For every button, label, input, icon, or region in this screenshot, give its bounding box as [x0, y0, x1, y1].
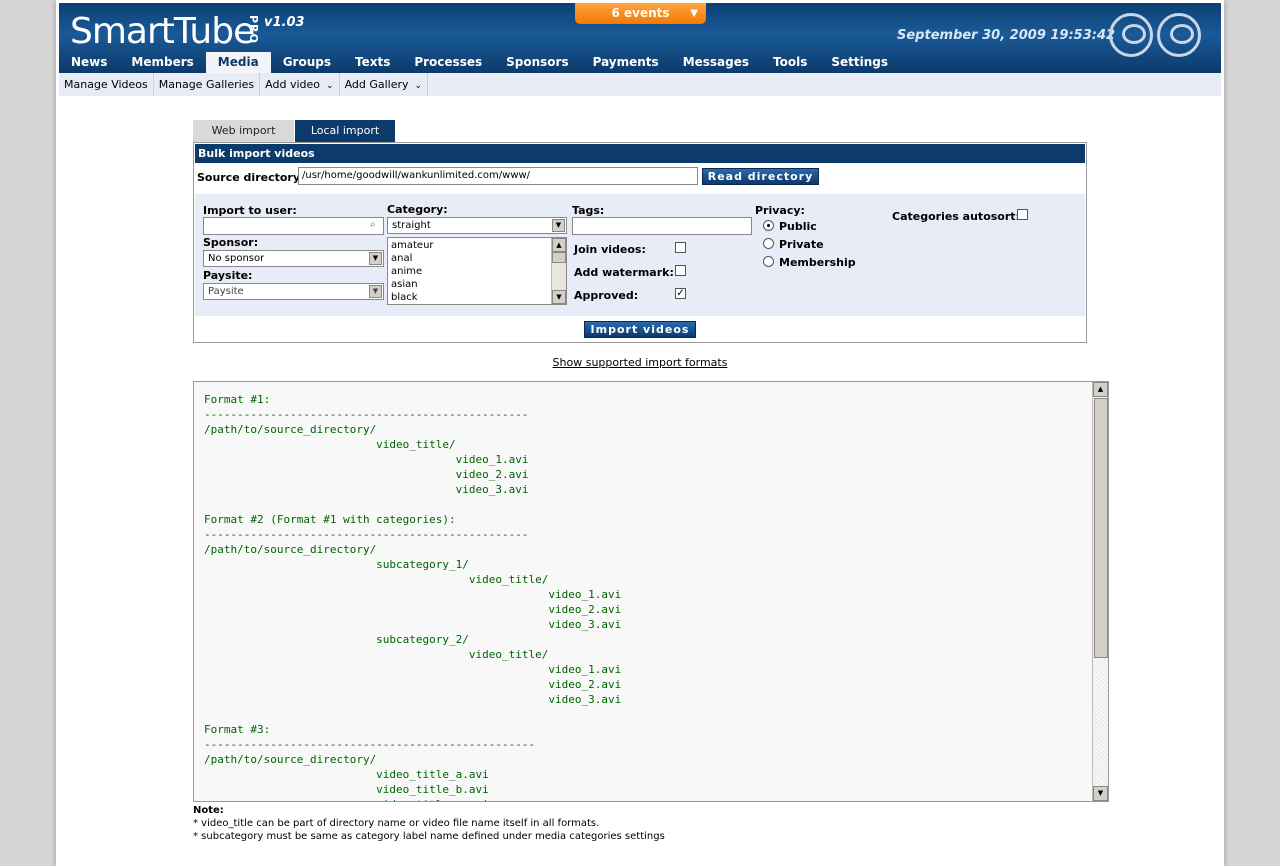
scroll-down-icon[interactable]: ▼ — [552, 290, 566, 304]
subnav-label: Add Gallery — [344, 78, 409, 91]
import-tabs: Web import Local import — [193, 120, 395, 142]
category-option[interactable]: amateur — [388, 239, 566, 252]
header: SmartTube PRO v1.03 6 events ▼ September… — [59, 3, 1221, 73]
events-label: 6 events — [611, 6, 670, 20]
page: SmartTube PRO v1.03 6 events ▼ September… — [56, 0, 1224, 866]
source-directory-input[interactable]: /usr/home/goodwill/wankunlimited.com/www… — [298, 167, 698, 185]
privacy-private-radio[interactable] — [763, 238, 774, 249]
tab-local-import[interactable]: Local import — [295, 120, 395, 142]
paysite-select[interactable]: Paysite ▼ — [203, 283, 384, 300]
subnav-item-add-video[interactable]: Add video ⌄ — [260, 73, 340, 96]
import-user-label: Import to user: — [203, 204, 297, 217]
nav-item-processes[interactable]: Processes — [402, 52, 494, 73]
import-user-input[interactable] — [203, 217, 384, 235]
subnav-item-add-gallery[interactable]: Add Gallery ⌄ — [340, 73, 429, 96]
panel-title: Bulk import videos — [195, 144, 1085, 163]
category-listbox[interactable]: amateur anal anime asian black ▲ ▼ — [387, 237, 567, 305]
nav-item-media[interactable]: Media — [205, 52, 271, 73]
category-select[interactable]: straight ▼ — [387, 217, 567, 234]
read-directory-button[interactable]: Read directory — [702, 168, 819, 185]
category-option[interactable]: black — [388, 291, 566, 304]
nav-item-tools[interactable]: Tools — [761, 52, 819, 73]
join-videos-label: Join videos: — [574, 243, 646, 256]
subnav-label: Manage Galleries — [158, 78, 255, 91]
add-watermark-label: Add watermark: — [574, 266, 674, 279]
tags-label: Tags: — [572, 204, 605, 217]
sponsor-value: No sponsor — [208, 253, 265, 264]
approved-checkbox[interactable]: ✓ — [675, 288, 686, 299]
nav-item-news[interactable]: News — [59, 52, 119, 73]
logo-pro: PRO — [247, 15, 260, 44]
sponsor-label: Sponsor: — [203, 236, 259, 249]
subnav-label: Manage Videos — [64, 78, 148, 91]
nav-item-settings[interactable]: Settings — [819, 52, 900, 73]
logo[interactable]: SmartTube — [70, 11, 255, 52]
category-label: Category: — [387, 203, 448, 216]
paysite-label: Paysite: — [203, 269, 253, 282]
privacy-public-label: Public — [779, 220, 817, 233]
privacy-public-radio[interactable] — [763, 220, 774, 231]
version-label: v1.03 — [264, 15, 305, 30]
search-icon[interactable]: ⌕ — [370, 219, 376, 230]
import-videos-button[interactable]: Import videos — [584, 321, 696, 338]
privacy-membership-radio[interactable] — [763, 256, 774, 267]
bulk-import-panel: Bulk import videos Source directory: /us… — [193, 142, 1087, 343]
category-option[interactable]: anal — [388, 252, 566, 265]
dropdown-arrow-icon: ▼ — [690, 8, 698, 19]
source-directory-label: Source directory: — [197, 171, 305, 184]
subnav-item-manage-galleries[interactable]: Manage Galleries — [154, 73, 261, 96]
join-videos-checkbox[interactable] — [675, 242, 686, 253]
show-formats-link[interactable]: Show supported import formats — [56, 356, 1224, 369]
approved-label: Approved: — [574, 289, 639, 302]
main-nav: News Members Media Groups Texts Processes Spon… — [59, 52, 900, 73]
nav-item-sponsors[interactable]: Sponsors — [494, 52, 580, 73]
nav-item-members[interactable]: Members — [119, 52, 205, 73]
nav-item-messages[interactable]: Messages — [671, 52, 761, 73]
privacy-private-label: Private — [779, 238, 824, 251]
add-watermark-checkbox[interactable] — [675, 265, 686, 276]
source-row: Source directory: /usr/home/goodwill/wan… — [194, 165, 1086, 191]
listbox-scrollbar[interactable]: ▲ ▼ — [551, 238, 566, 304]
formats-text: Format #1: -----------------------------… — [204, 393, 622, 801]
subnav-label: Add video — [265, 78, 321, 91]
note-title: Note: — [193, 805, 224, 816]
user-profile-icon[interactable] — [1157, 13, 1201, 57]
privacy-membership-label: Membership — [779, 256, 856, 269]
tags-input[interactable] — [572, 217, 752, 235]
nav-item-payments[interactable]: Payments — [581, 52, 671, 73]
formats-box: Format #1: -----------------------------… — [193, 381, 1109, 802]
chevron-down-icon: ▼ — [369, 252, 382, 265]
categories-autosort-checkbox[interactable] — [1017, 209, 1028, 220]
scroll-up-icon[interactable]: ▲ — [552, 238, 566, 252]
paysite-value: Paysite — [208, 286, 244, 297]
note-line-1: * video_title can be part of directory n… — [193, 818, 600, 829]
datetime: September 30, 2009 19:53:42 — [897, 28, 1116, 43]
events-button[interactable]: 6 events ▼ — [575, 3, 706, 24]
note: Note: * video_title can be part of direc… — [193, 804, 665, 843]
sub-nav: Manage Videos Manage Galleries Add video ⌄ A… — [59, 73, 1221, 96]
category-option[interactable]: anime — [388, 265, 566, 278]
chevron-down-icon: ▼ — [369, 285, 382, 298]
nav-item-texts[interactable]: Texts — [343, 52, 402, 73]
sponsor-select[interactable]: No sponsor ▼ — [203, 250, 384, 267]
chat-icon[interactable] — [1109, 13, 1153, 57]
chevron-down-icon: ▼ — [552, 219, 565, 232]
note-line-2: * subcategory must be same as category l… — [193, 831, 665, 842]
scroll-down-icon[interactable]: ▼ — [1093, 786, 1108, 801]
formats-scrollbar[interactable]: ▲ ▼ — [1092, 382, 1108, 801]
scroll-up-icon[interactable]: ▲ — [1093, 382, 1108, 397]
category-option[interactable]: asian — [388, 278, 566, 291]
categories-autosort-label: Categories autosort: — [892, 210, 1020, 223]
nav-item-groups[interactable]: Groups — [271, 52, 343, 73]
privacy-label: Privacy: — [755, 204, 805, 217]
tab-web-import[interactable]: Web import — [193, 120, 294, 142]
category-value: straight — [392, 220, 431, 231]
chevron-down-icon: ⌄ — [414, 81, 423, 91]
scroll-thumb[interactable] — [552, 252, 566, 263]
scroll-thumb[interactable] — [1094, 398, 1108, 658]
subnav-item-manage-videos[interactable]: Manage Videos — [59, 73, 154, 96]
import-options: Import to user: ⌕ Sponsor: No sponsor ▼ … — [195, 194, 1085, 316]
chevron-down-icon: ⌄ — [326, 81, 334, 91]
